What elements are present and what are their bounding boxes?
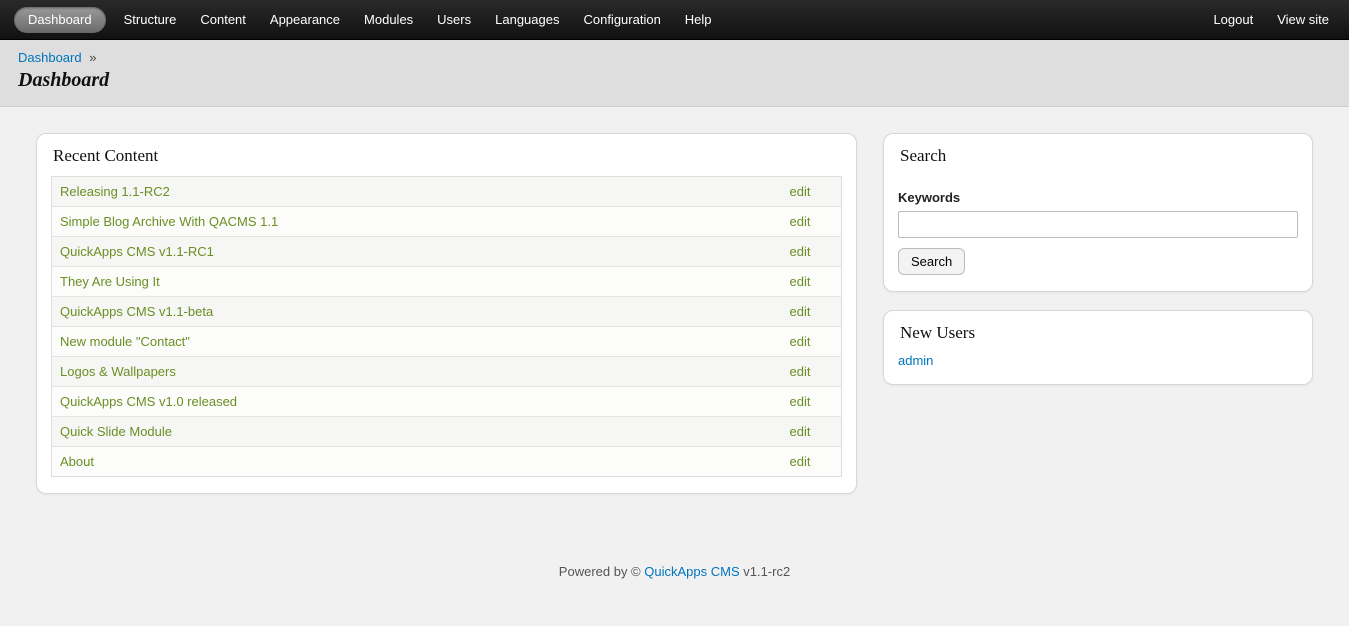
main-content: Recent Content Releasing 1.1-RC2editSimp…: [0, 107, 1349, 534]
content-link[interactable]: Releasing 1.1-RC2: [60, 184, 170, 199]
breadcrumb: Dashboard »: [18, 50, 1331, 65]
table-row: New module "Contact" edit: [52, 327, 842, 357]
nav-item-help[interactable]: Help: [673, 0, 724, 40]
content-link[interactable]: About: [60, 454, 94, 469]
table-row: Releasing 1.1-RC2 edit: [52, 177, 842, 207]
edit-link[interactable]: edit: [790, 304, 811, 319]
search-heading: Search: [898, 144, 1298, 176]
admin-nav-right: LogoutView site: [1201, 0, 1341, 40]
content-link[interactable]: QuickApps CMS v1.1-RC1: [60, 244, 214, 259]
breadcrumb-separator: »: [89, 50, 96, 65]
search-input[interactable]: [898, 211, 1298, 238]
nav-item-configuration[interactable]: Configuration: [571, 0, 672, 40]
nav-item-content[interactable]: Content: [188, 0, 258, 40]
content-link[interactable]: QuickApps CMS v1.1-beta: [60, 304, 213, 319]
content-link[interactable]: QuickApps CMS v1.0 released: [60, 394, 237, 409]
column-left: Recent Content Releasing 1.1-RC2editSimp…: [36, 133, 857, 494]
table-row: QuickApps CMS v1.1-RC1 edit: [52, 237, 842, 267]
recent-content-table: Releasing 1.1-RC2editSimple Blog Archive…: [51, 176, 842, 477]
table-row: Simple Blog Archive With QACMS 1.1 edit: [52, 207, 842, 237]
table-row: QuickApps CMS v1.0 released edit: [52, 387, 842, 417]
footer: Powered by © QuickApps CMS v1.1-rc2: [0, 534, 1349, 619]
edit-link[interactable]: edit: [790, 274, 811, 289]
edit-link[interactable]: edit: [790, 394, 811, 409]
nav-item-languages[interactable]: Languages: [483, 0, 571, 40]
column-right: Search Keywords Search New Users admin: [883, 133, 1313, 385]
edit-link[interactable]: edit: [790, 334, 811, 349]
footer-prefix: Powered by ©: [559, 564, 644, 579]
panel-recent-content: Recent Content Releasing 1.1-RC2editSimp…: [36, 133, 857, 494]
footer-link-quickapps[interactable]: QuickApps CMS: [644, 564, 739, 579]
content-link[interactable]: Simple Blog Archive With QACMS 1.1: [60, 214, 278, 229]
panel-new-users: New Users admin: [883, 310, 1313, 385]
search-keywords-label: Keywords: [898, 190, 1298, 205]
content-link[interactable]: Logos & Wallpapers: [60, 364, 176, 379]
edit-link[interactable]: edit: [790, 364, 811, 379]
admin-top-bar: DashboardStructureContentAppearanceModul…: [0, 0, 1349, 40]
table-row: Quick Slide Module edit: [52, 417, 842, 447]
edit-link[interactable]: edit: [790, 244, 811, 259]
new-users-list: admin: [898, 353, 1298, 368]
table-row: Logos & Wallpapers edit: [52, 357, 842, 387]
footer-suffix: v1.1-rc2: [740, 564, 791, 579]
title-band: Dashboard » Dashboard: [0, 40, 1349, 107]
edit-link[interactable]: edit: [790, 454, 811, 469]
content-link[interactable]: New module "Contact": [60, 334, 190, 349]
table-row: They Are Using It edit: [52, 267, 842, 297]
nav-item-dashboard[interactable]: Dashboard: [14, 7, 106, 33]
nav-item-users[interactable]: Users: [425, 0, 483, 40]
nav-item-structure[interactable]: Structure: [112, 0, 189, 40]
nav-item-logout[interactable]: Logout: [1201, 0, 1265, 40]
nav-item-appearance[interactable]: Appearance: [258, 0, 352, 40]
panel-search: Search Keywords Search: [883, 133, 1313, 292]
table-row: QuickApps CMS v1.1-beta edit: [52, 297, 842, 327]
search-button[interactable]: Search: [898, 248, 965, 275]
table-row: About edit: [52, 447, 842, 477]
edit-link[interactable]: edit: [790, 184, 811, 199]
edit-link[interactable]: edit: [790, 214, 811, 229]
edit-link[interactable]: edit: [790, 424, 811, 439]
new-users-heading: New Users: [898, 321, 1298, 353]
admin-nav-left: DashboardStructureContentAppearanceModul…: [8, 0, 724, 40]
content-link[interactable]: Quick Slide Module: [60, 424, 172, 439]
user-link[interactable]: admin: [898, 353, 933, 368]
page-title: Dashboard: [18, 69, 1331, 92]
nav-item-view-site[interactable]: View site: [1265, 0, 1341, 40]
breadcrumb-link-dashboard[interactable]: Dashboard: [18, 50, 82, 65]
nav-item-modules[interactable]: Modules: [352, 0, 425, 40]
recent-content-heading: Recent Content: [51, 144, 842, 176]
content-link[interactable]: They Are Using It: [60, 274, 160, 289]
